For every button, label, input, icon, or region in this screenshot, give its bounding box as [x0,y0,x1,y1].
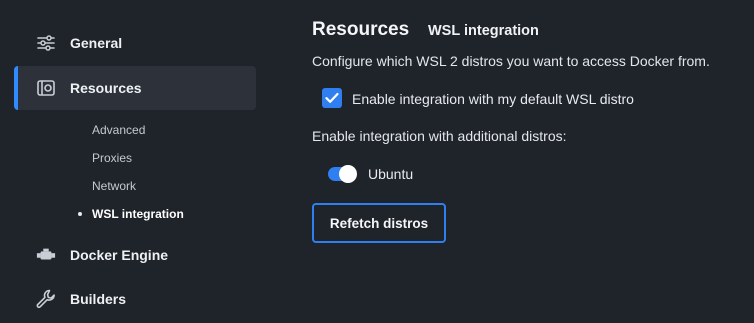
page-description: Configure which WSL 2 distros you want t… [312,53,710,69]
wrench-icon [36,289,56,309]
engine-icon [36,245,56,265]
toggle-knob [339,165,357,183]
refetch-distros-button[interactable]: Refetch distros [312,203,446,243]
page-subtitle: WSL integration [428,23,539,39]
sidebar-item-label: General [70,35,123,51]
sidebar-subitem-proxies[interactable]: Proxies [92,151,132,165]
sidebar-subitem-wsl-integration[interactable]: WSL integration [92,207,184,221]
resources-icon [36,78,56,98]
default-distro-checkbox[interactable] [322,88,342,108]
sidebar-subitem-network[interactable]: Network [92,179,136,193]
sidebar-item-docker-engine[interactable]: Docker Engine [14,233,256,277]
sidebar-item-general[interactable]: General [14,21,256,65]
sidebar-subitem-advanced[interactable]: Advanced [92,123,145,137]
sidebar-item-label: Docker Engine [70,247,169,263]
checkmark-icon [325,92,339,103]
sidebar-item-label: Builders [70,291,127,307]
sliders-icon [36,33,56,53]
ubuntu-toggle[interactable] [328,165,357,183]
sidebar-item-resources[interactable]: Resources [14,66,256,110]
ubuntu-toggle-label: Ubuntu [368,166,414,182]
default-distro-checkbox-label: Enable integration with my default WSL d… [352,91,634,107]
active-indicator-dot [78,212,82,216]
sidebar-item-label: Resources [70,80,142,96]
settings-sidebar: General Resources Advanced Proxies Netwo… [0,0,270,323]
additional-distros-label: Enable integration with additional distr… [312,128,567,144]
sidebar-item-builders[interactable]: Builders [14,277,256,321]
page-title: Resources [312,19,410,40]
